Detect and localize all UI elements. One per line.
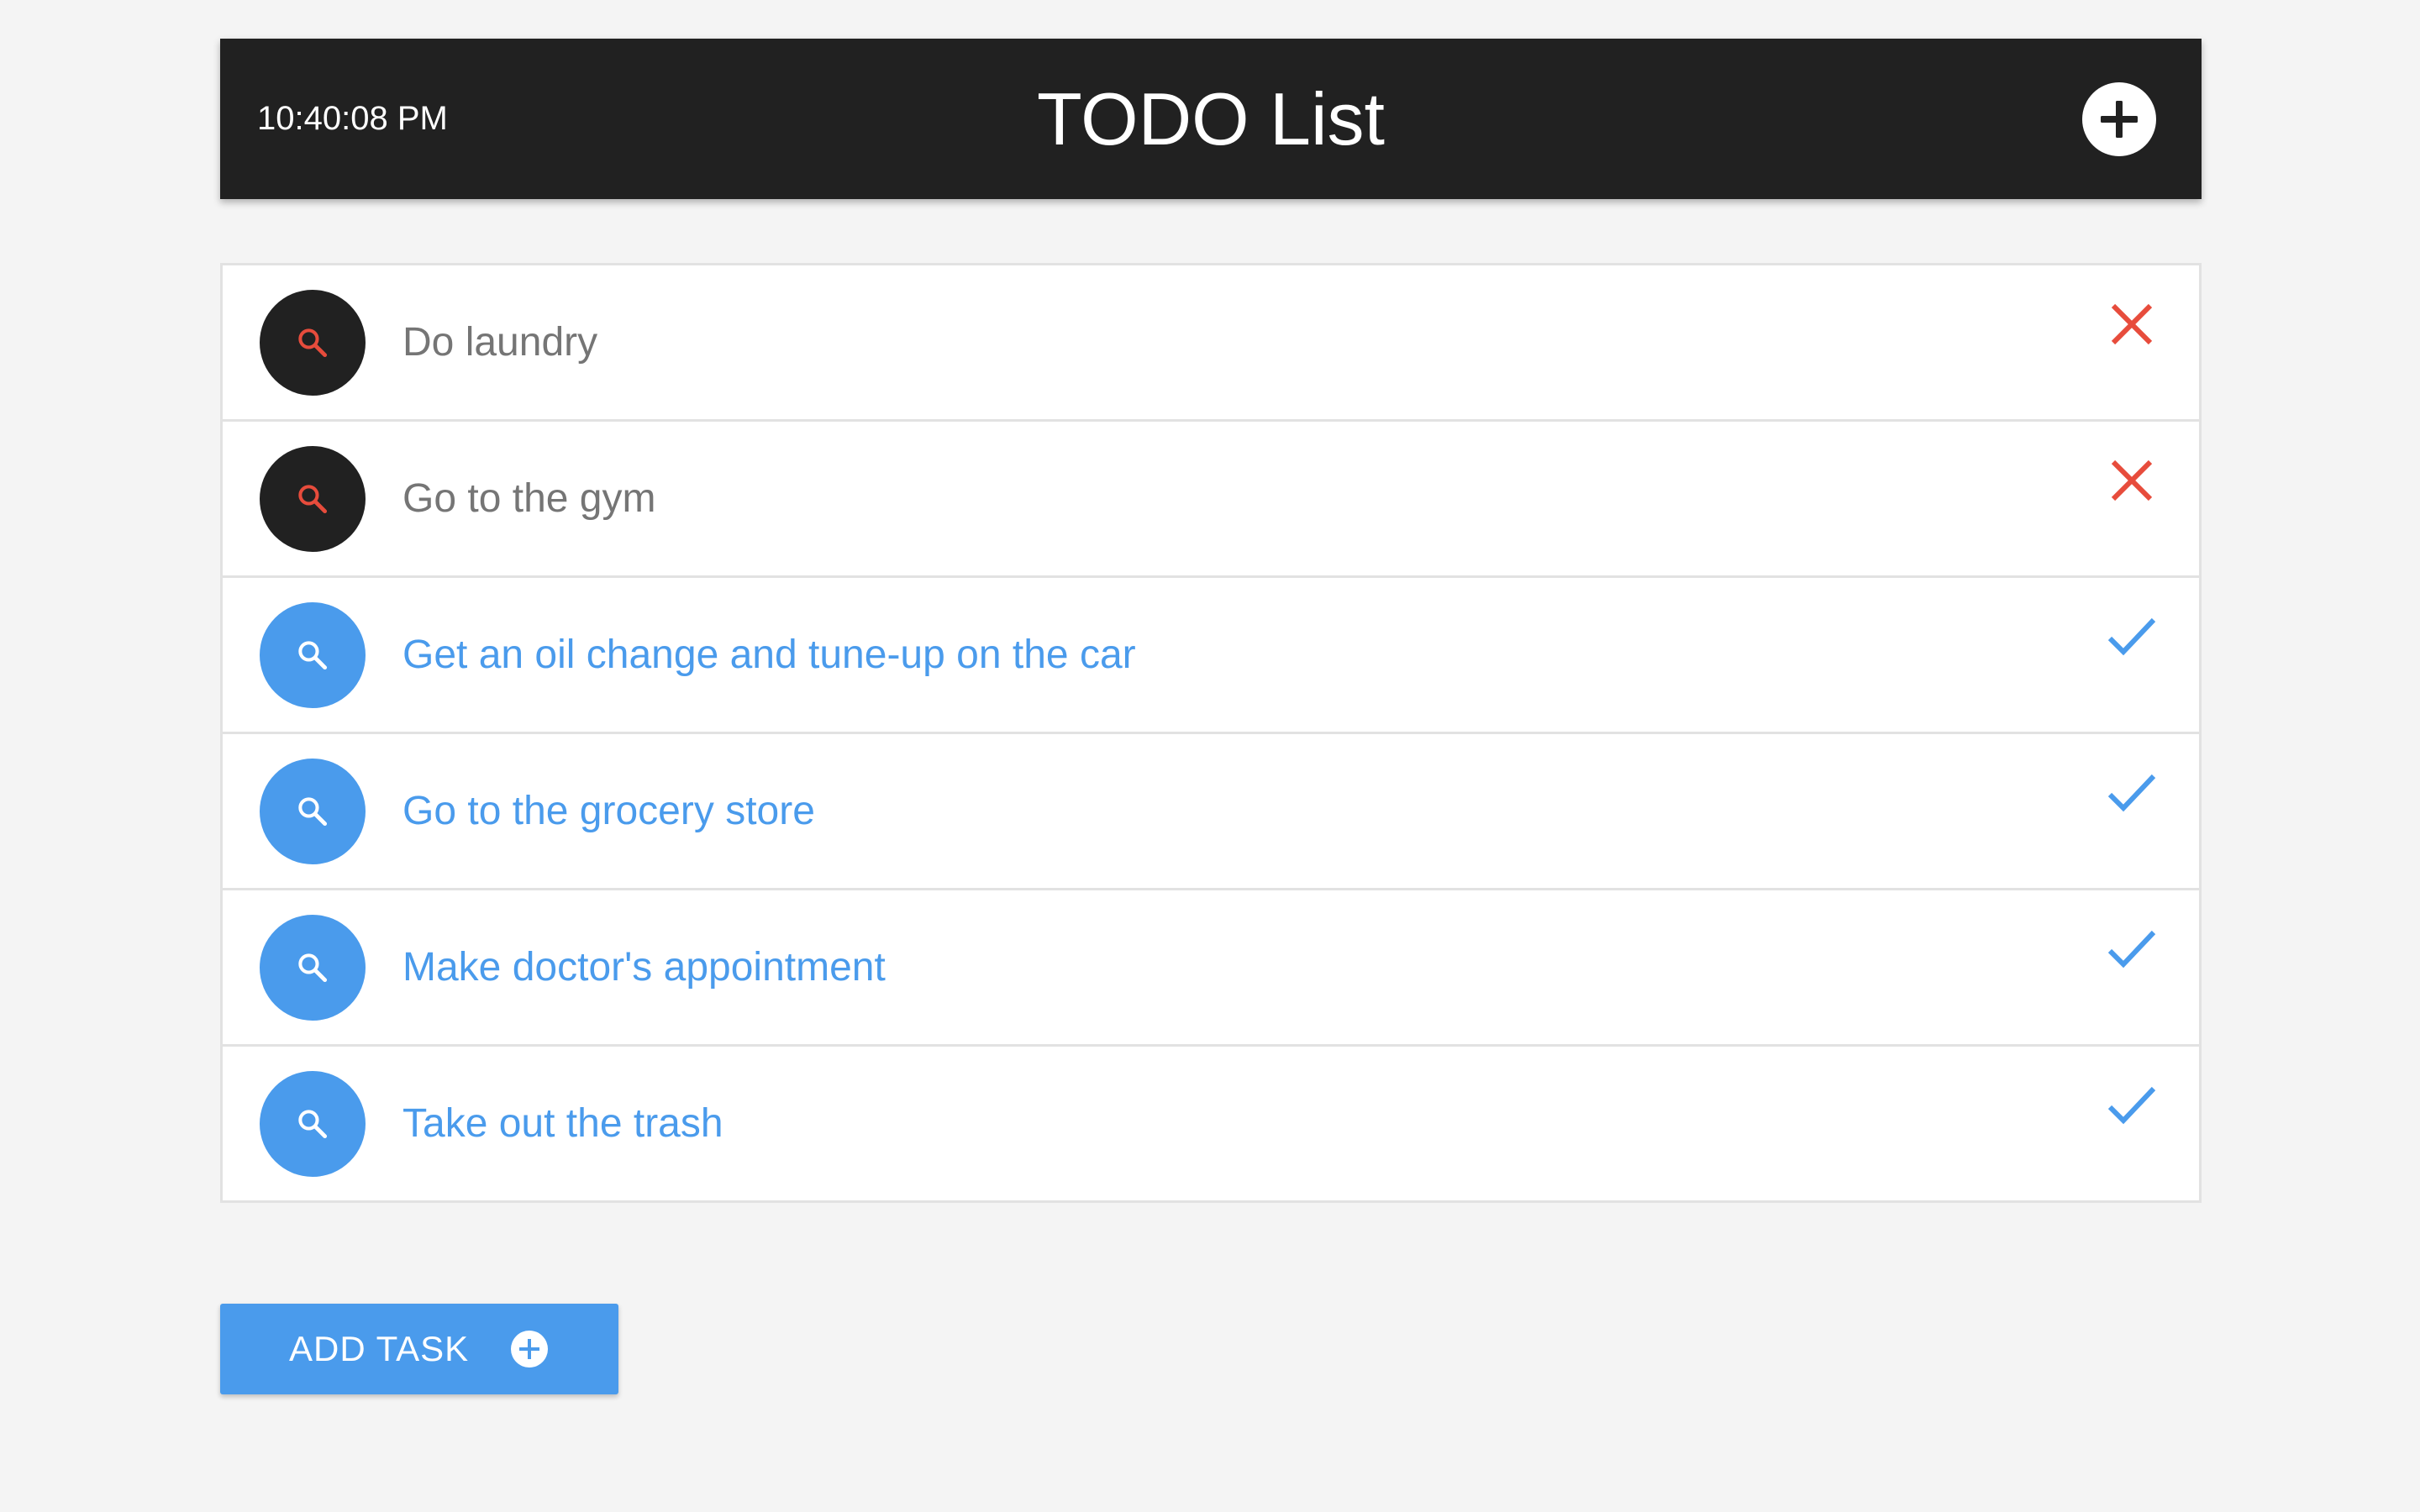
task-item: Take out the trash	[223, 1047, 2199, 1200]
task-avatar[interactable]	[260, 914, 366, 1021]
task-item: Do laundry	[223, 265, 2199, 422]
complete-task-button[interactable]	[2107, 1080, 2157, 1131]
clock: 10:40:08 PM	[257, 100, 448, 137]
task-avatar[interactable]	[260, 289, 366, 396]
check-icon	[2107, 774, 2156, 812]
complete-task-button[interactable]	[2107, 768, 2157, 818]
check-icon	[2107, 617, 2156, 656]
task-avatar[interactable]	[260, 601, 366, 708]
task-text: Get an oil change and tune-up on the car	[402, 633, 1136, 677]
plus-circle-icon	[511, 1331, 549, 1368]
todo-app: 10:40:08 PM TODO List Do laundry Go to t…	[220, 39, 2202, 1394]
plus-circle-icon	[2101, 100, 2138, 138]
task-item: Go to the gym	[223, 422, 2199, 578]
task-item: Get an oil change and tune-up on the car	[223, 578, 2199, 734]
task-item: Go to the grocery store	[223, 734, 2199, 890]
task-avatar[interactable]	[260, 1070, 366, 1177]
add-task-label: ADD TASK	[289, 1329, 470, 1368]
search-icon	[298, 328, 328, 357]
page-title: TODO List	[1036, 77, 1385, 160]
delete-task-button[interactable]	[2107, 299, 2157, 349]
complete-task-button[interactable]	[2107, 924, 2157, 974]
complete-task-button[interactable]	[2107, 612, 2157, 662]
check-icon	[2107, 930, 2156, 969]
task-text: Go to the grocery store	[402, 789, 815, 833]
search-icon	[298, 484, 328, 513]
check-icon	[2107, 1086, 2156, 1125]
task-list: Do laundry Go to the gym Get an oil chan…	[220, 263, 2202, 1203]
add-task-button[interactable]: ADD TASK	[220, 1304, 618, 1394]
task-text: Take out the trash	[402, 1101, 723, 1146]
close-icon	[2111, 459, 2153, 501]
delete-task-button[interactable]	[2107, 455, 2157, 506]
close-icon	[2111, 303, 2153, 345]
search-icon	[298, 796, 328, 826]
task-text: Go to the gym	[402, 476, 656, 521]
task-text: Do laundry	[402, 320, 598, 365]
task-text: Make doctor's appointment	[402, 945, 886, 990]
search-icon	[298, 953, 328, 982]
task-avatar[interactable]	[260, 445, 366, 552]
task-item: Make doctor's appointment	[223, 890, 2199, 1047]
search-icon	[298, 1109, 328, 1138]
task-avatar[interactable]	[260, 758, 366, 864]
header-add-button[interactable]	[2082, 81, 2156, 156]
app-header: 10:40:08 PM TODO List	[220, 39, 2202, 199]
search-icon	[298, 640, 328, 669]
